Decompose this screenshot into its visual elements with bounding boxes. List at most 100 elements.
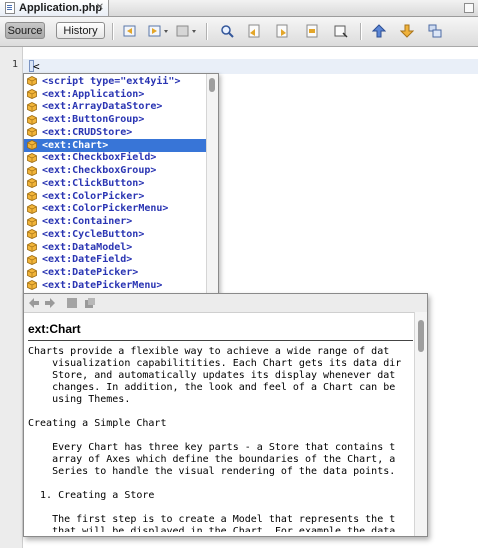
completion-item-label: <ext:ColorPicker> (42, 190, 145, 202)
code-line[interactable]: < (33, 59, 40, 74)
completion-item-label: <ext:CycleButton> (42, 228, 145, 240)
find-previous-icon[interactable] (247, 24, 261, 38)
completion-item-label: <ext:Application> (42, 88, 145, 100)
completion-item[interactable]: <ext:DatePicker> (24, 266, 206, 279)
doc-goto-source-icon[interactable] (84, 297, 96, 309)
completion-scrollbar[interactable] (206, 74, 218, 293)
forward-dropdown-icon[interactable] (148, 24, 170, 38)
toggle-dropdown-icon[interactable] (176, 24, 198, 38)
doc-line: Store, and automatically updates its dis… (28, 370, 396, 381)
completion-item-label: <ext:Chart> (42, 139, 109, 151)
completion-item[interactable]: <ext:CycleButton> (24, 228, 206, 241)
completion-item[interactable]: <ext:Application> (24, 88, 206, 101)
xml-tag-icon (27, 165, 37, 176)
find-icon[interactable] (220, 24, 234, 38)
source-button[interactable]: Source (5, 22, 45, 39)
doc-line: changes. In addition, the look and feel … (28, 382, 396, 393)
doc-line: 1. Creating a Store (28, 490, 155, 501)
doc-toolbar (24, 294, 427, 313)
toolbar-separator (112, 23, 113, 40)
completion-item-label: <ext:CRUDStore> (42, 126, 133, 138)
completion-item-label: <ext:ColorPickerMenu> (42, 203, 169, 215)
doc-line (28, 502, 413, 514)
doc-line: Creating a Simple Chart (28, 418, 167, 429)
completion-item-label: <ext:CheckboxGroup> (42, 165, 157, 177)
completion-item[interactable]: <ext:ButtonGroup> (24, 113, 206, 126)
doc-line: Series to handle the visual rendering of… (28, 466, 396, 477)
tab-application-php[interactable]: Application.php ✕ (0, 0, 109, 16)
completion-item[interactable]: <ext:Container> (24, 215, 206, 228)
completion-item-label: <ext:Container> (42, 216, 133, 228)
completion-item[interactable]: <script type="ext4yii"> (24, 75, 206, 88)
completion-item[interactable]: <ext:DataModel> (24, 241, 206, 254)
xml-tag-icon (27, 203, 37, 214)
xml-tag-icon (27, 216, 37, 227)
completion-item-label: <ext:DateField> (42, 254, 133, 266)
completion-item[interactable]: <ext:ColorPickerMenu> (24, 203, 206, 216)
xml-tag-icon (27, 191, 37, 202)
doc-line: Every Chart has three key parts - a Stor… (28, 442, 396, 453)
doc-line (28, 478, 413, 490)
toolbar-separator (206, 23, 207, 40)
comment-icon[interactable] (428, 24, 442, 38)
toggle-highlight-icon[interactable] (334, 24, 348, 38)
completion-item[interactable]: <ext:DatePickerMenu> (24, 279, 206, 292)
tab-title: Application.php (19, 2, 103, 14)
shift-left-icon[interactable] (372, 24, 386, 38)
close-tab-icon[interactable]: ✕ (96, 3, 104, 13)
current-line-highlight (23, 59, 478, 74)
xml-tag-icon (27, 89, 37, 100)
completion-item[interactable]: <ext:CheckboxGroup> (24, 164, 206, 177)
xml-tag-icon (27, 114, 37, 125)
toolbar-separator (360, 23, 361, 40)
doc-scroll-thumb[interactable] (418, 320, 424, 352)
back-icon[interactable] (123, 24, 137, 38)
line-number-gutter: 1 (0, 47, 23, 548)
doc-forward-icon[interactable] (44, 297, 56, 309)
php-file-icon (5, 2, 15, 14)
xml-tag-icon (27, 229, 37, 240)
find-next-icon[interactable] (275, 24, 289, 38)
xml-tag-icon (27, 280, 37, 291)
shift-right-icon[interactable] (400, 24, 414, 38)
doc-open-in-browser-icon[interactable] (66, 297, 78, 309)
doc-line: that will be displayed in the Chart. For… (28, 526, 396, 532)
completion-item-label: <ext:DataModel> (42, 241, 133, 253)
doc-line: Charts provide a flexible way to achieve… (28, 346, 390, 357)
editor-toolbar: Source History (0, 17, 478, 47)
documentation-popup: ext:Chart Charts provide a flexible way … (23, 293, 428, 537)
history-button[interactable]: History (56, 22, 105, 39)
completion-item-label: <ext:CheckboxField> (42, 152, 157, 164)
doc-line (28, 430, 413, 442)
xml-tag-icon (27, 140, 37, 151)
xml-tag-icon (27, 267, 37, 278)
code-completion-list[interactable]: <script type="ext4yii"> <ext:Application>… (23, 73, 219, 294)
completion-item-label: <script type="ext4yii"> (42, 75, 181, 87)
completion-item[interactable]: <ext:DateField> (24, 254, 206, 267)
completion-item-label: <ext:DatePickerMenu> (42, 279, 163, 291)
xml-tag-icon (27, 254, 37, 265)
completion-item-label: <ext:ArrayDataStore> (42, 101, 163, 113)
xml-tag-icon (27, 127, 37, 138)
xml-tag-icon (27, 242, 37, 253)
find-selection-icon[interactable] (305, 24, 319, 38)
completion-item[interactable]: <ext:ClickButton> (24, 177, 206, 190)
completion-item[interactable]: <ext:ArrayDataStore> (24, 101, 206, 114)
completion-item[interactable]: <ext:CheckboxField> (24, 152, 206, 165)
xml-tag-icon (27, 101, 37, 112)
xml-tag-icon (27, 76, 37, 87)
doc-title-rule (28, 340, 413, 341)
doc-line: using Themes. (28, 394, 131, 405)
completion-item[interactable]: <ext:ColorPicker> (24, 190, 206, 203)
completion-scroll-thumb[interactable] (209, 78, 215, 92)
doc-back-icon[interactable] (28, 297, 40, 309)
completion-item[interactable]: <ext:Chart> (24, 138, 206, 152)
doc-line: array of Axes which define the boundarie… (28, 454, 396, 465)
line-number: 1 (11, 59, 18, 70)
completion-item[interactable]: <ext:CRUDStore> (24, 126, 206, 139)
tab-list-dropdown-icon[interactable] (464, 3, 474, 13)
completion-item-label: <ext:ButtonGroup> (42, 114, 145, 126)
doc-scrollbar[interactable] (414, 312, 427, 536)
xml-tag-icon (27, 152, 37, 163)
completion-item-label: <ext:DatePicker> (42, 267, 139, 279)
